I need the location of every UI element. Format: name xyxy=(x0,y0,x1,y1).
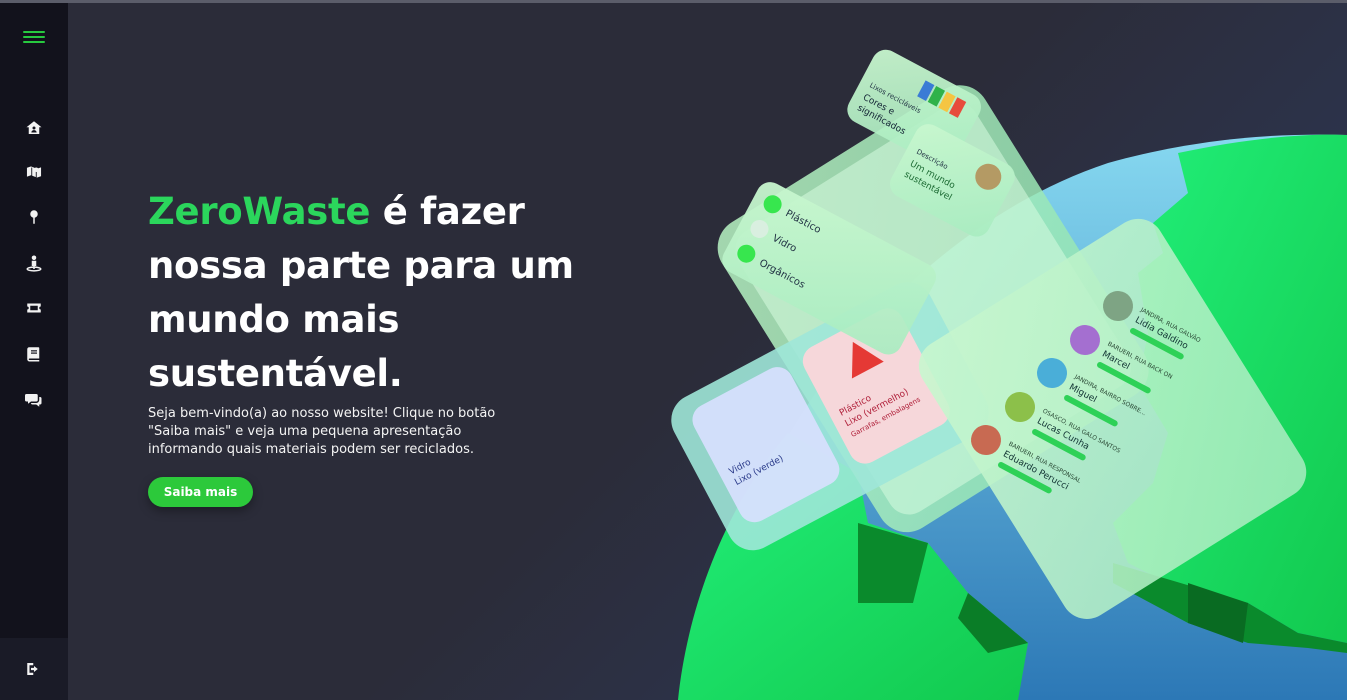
logout-icon xyxy=(27,663,38,675)
nav-ticket[interactable] xyxy=(22,296,46,320)
svg-text:Um mundo: Um mundo xyxy=(908,159,957,191)
svg-text:Lixo (verde): Lixo (verde) xyxy=(733,454,785,488)
svg-text:Vidro: Vidro xyxy=(770,233,798,255)
svg-text:Lixo (vermelho): Lixo (vermelho) xyxy=(844,387,911,429)
svg-text:Descrição: Descrição xyxy=(915,148,949,171)
headline-line-2: nossa parte para um xyxy=(148,244,574,287)
map-icon xyxy=(26,165,42,179)
description-line-2: "Saiba mais" e veja uma pequena apresent… xyxy=(148,424,462,439)
phone-back-graphic xyxy=(717,85,1149,533)
map-pin-icon xyxy=(30,210,38,224)
svg-text:BARUERI, RUA RESPONSAL: BARUERI, RUA RESPONSAL xyxy=(1007,441,1082,485)
svg-text:Vidro: Vidro xyxy=(728,457,754,477)
nav-pin[interactable] xyxy=(22,205,46,229)
svg-text:Lidia Galdino: Lidia Galdino xyxy=(1133,315,1190,352)
globe-graphic xyxy=(678,134,1347,700)
material-list-card: Plástico Vidro Orgânicos xyxy=(722,182,937,355)
home-icon xyxy=(26,121,42,134)
main-content: Vidro Lixo (verde) Plástico Lixo (vermel… xyxy=(68,3,1347,700)
description-line-3: informando quais materiais podem ser rec… xyxy=(148,442,474,457)
nav-book[interactable] xyxy=(22,342,46,366)
location-person-icon xyxy=(26,255,42,272)
svg-text:OSASCO, RUA GALO SANTOS: OSASCO, RUA GALO SANTOS xyxy=(1041,408,1121,455)
ticket-icon xyxy=(27,303,41,313)
svg-text:Cores e: Cores e xyxy=(861,93,896,118)
chat-icon xyxy=(25,394,42,407)
logout-button[interactable] xyxy=(22,657,46,681)
svg-text:significados: significados xyxy=(855,103,907,137)
saiba-mais-button[interactable]: Saiba mais xyxy=(148,477,253,507)
nav-chat[interactable] xyxy=(22,388,46,412)
svg-text:JANDIRA, RUA GALVÃO: JANDIRA, RUA GALVÃO xyxy=(1138,306,1202,344)
nav-home[interactable] xyxy=(22,116,46,140)
svg-text:Orgânicos: Orgânicos xyxy=(757,257,807,291)
brand-name: ZeroWaste xyxy=(148,190,371,233)
svg-text:JANDIRA, BAIRRO SOBRE...: JANDIRA, BAIRRO SOBRE... xyxy=(1072,373,1147,417)
headline-line-1: é fazer xyxy=(370,190,525,233)
description-line-1: Seja bem-vindo(a) ao nosso website! Cliq… xyxy=(148,406,496,421)
hamburger-menu-button[interactable] xyxy=(23,29,45,45)
svg-text:Plástico: Plástico xyxy=(838,393,874,418)
people-list-card xyxy=(918,218,1307,619)
svg-text:Miguel: Miguel xyxy=(1067,382,1098,405)
svg-text:Plástico: Plástico xyxy=(783,207,823,236)
svg-text:sustentável: sustentável xyxy=(902,170,953,203)
page-headline: ZeroWaste é fazer nossa parte para um mu… xyxy=(148,185,588,401)
headline-line-4: sustentável. xyxy=(148,352,403,395)
svg-text:Garrafas, embalagens: Garrafas, embalagens xyxy=(850,395,922,439)
svg-text:Eduardo Perucci: Eduardo Perucci xyxy=(1001,449,1070,492)
sidebar xyxy=(0,3,68,700)
svg-text:Lixos recicláveis: Lixos recicláveis xyxy=(868,81,922,115)
svg-text:Lucas Cunha: Lucas Cunha xyxy=(1035,416,1090,452)
tablet-graphic: Vidro Lixo (verde) Plástico Lixo (vermel… xyxy=(671,282,989,551)
recyclable-card: Lixos recicláveis Cores e significados xyxy=(847,49,981,167)
svg-text:Marcel: Marcel xyxy=(1100,349,1131,372)
nav-location-person[interactable] xyxy=(22,251,46,275)
sustainable-card: Descrição Um mundo sustentável xyxy=(890,124,1015,237)
headline-line-3: mundo mais xyxy=(148,298,400,341)
nav-map[interactable] xyxy=(22,160,46,184)
logout-area xyxy=(0,638,68,700)
people-list: JANDIRA, RUA GALVÃO Lidia Galdino BARUER… xyxy=(971,291,1202,494)
book-icon xyxy=(27,347,40,362)
svg-text:BARUERI, RUA BACK ON: BARUERI, RUA BACK ON xyxy=(1106,341,1173,381)
hero-description: Seja bem-vindo(a) ao nosso website! Cliq… xyxy=(148,405,518,459)
